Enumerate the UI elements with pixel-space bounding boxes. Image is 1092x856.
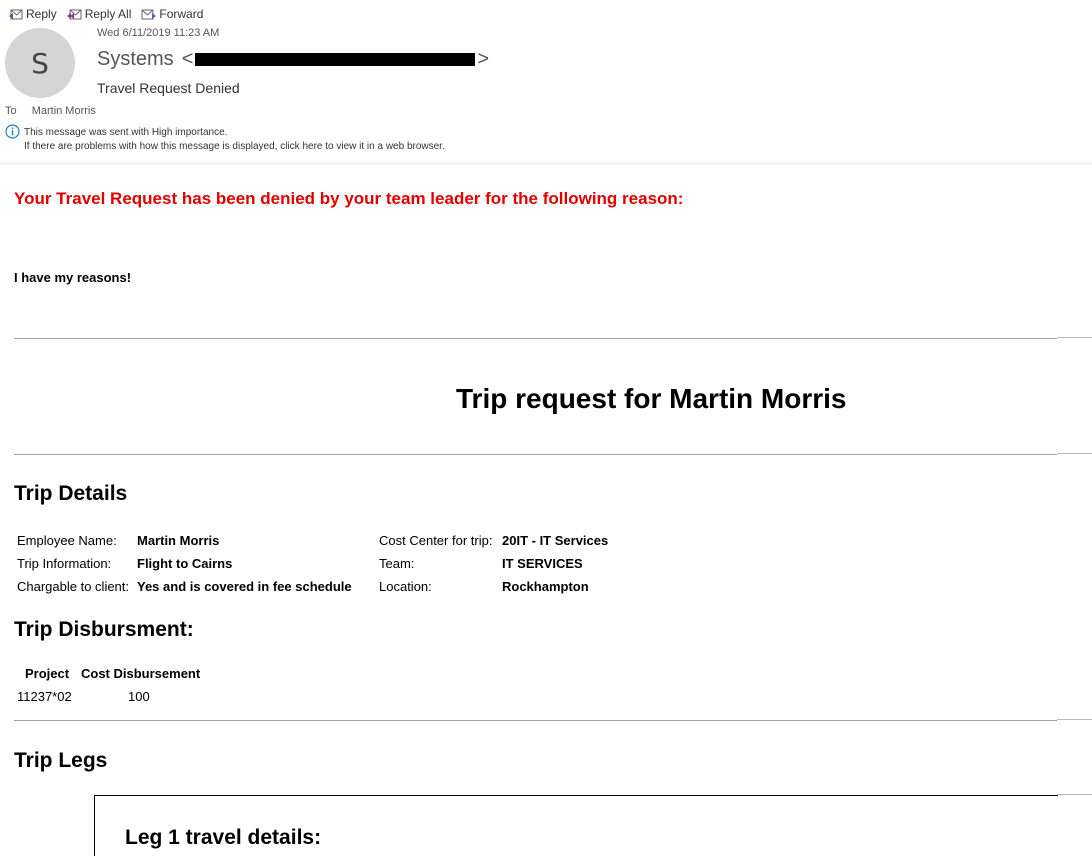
location-label: Location: [379,579,432,594]
avatar-initial: S [31,46,49,80]
trip-title: Trip request for Martin Morris [456,383,847,414]
info-bar: This message was sent with High importan… [24,126,445,154]
chargeable-value: Yes and is covered in fee schedule [137,579,352,594]
sender-address-open: < [181,48,194,70]
view-in-browser-link[interactable]: If there are problems with how this mess… [24,140,445,154]
leg-title: Leg 1 travel details: [125,826,322,849]
trip-details-heading: Trip Details [14,482,128,505]
message-date: Wed 6/11/2019 11:23 AM [97,27,220,39]
table-cell: 100 [128,689,150,704]
table-header: Project [25,666,70,681]
reply-button[interactable]: Reply [8,5,57,23]
table-header: Cost Disbursement [81,666,201,681]
divider-stub [1057,794,1092,795]
recipient-name[interactable]: Martin Morris [32,105,96,117]
disbursement-heading: Trip Disbursment: [14,618,194,641]
forward-icon [141,9,157,20]
employee-name-label: Employee Name: [17,533,117,548]
cost-center-value: 20IT - IT Services [502,533,609,548]
team-label: Team: [379,556,415,571]
to-label: To [5,105,17,117]
reply-all-button[interactable]: Reply All [66,5,132,23]
trip-info-value: Flight to Cairns [137,556,233,571]
header-divider [0,163,1092,164]
avatar[interactable]: S [5,28,75,98]
trip-legs-heading: Trip Legs [14,749,108,772]
denied-message: Your Travel Request has been denied by y… [14,189,684,208]
message-toolbar: Reply Reply All Forward [8,5,213,23]
sender-address-close: > [477,48,490,70]
location-value: Rockhampton [502,579,589,594]
team-value: IT SERVICES [502,556,583,571]
divider-stub [1057,453,1092,454]
recipients-row: To Martin Morris [5,105,96,117]
divider-stub [1057,719,1092,720]
reply-icon [9,9,23,20]
chargeable-label: Chargable to client: [17,579,130,594]
info-icon [5,124,20,139]
divider [14,454,1057,455]
importance-notice: This message was sent with High importan… [24,127,228,138]
divider [14,338,1057,339]
reply-label: Reply [26,7,57,21]
sender-name: Systems [97,48,174,70]
cost-center-label: Cost Center for trip: [379,533,493,548]
sender[interactable]: Systems < > [97,48,489,71]
trip-info-label: Trip Information: [17,556,112,571]
denial-reason: I have my reasons! [14,270,132,285]
forward-label: Forward [159,7,204,21]
reply-all-icon [66,9,82,20]
table-cell: 11237*02 [17,689,72,704]
redacted-address [195,53,476,66]
forward-button[interactable]: Forward [141,5,203,23]
message-subject: Travel Request Denied [97,80,240,96]
employee-name-value: Martin Morris [137,533,220,548]
divider [14,720,1057,721]
divider-stub [1057,337,1092,338]
reply-all-label: Reply All [84,7,132,21]
